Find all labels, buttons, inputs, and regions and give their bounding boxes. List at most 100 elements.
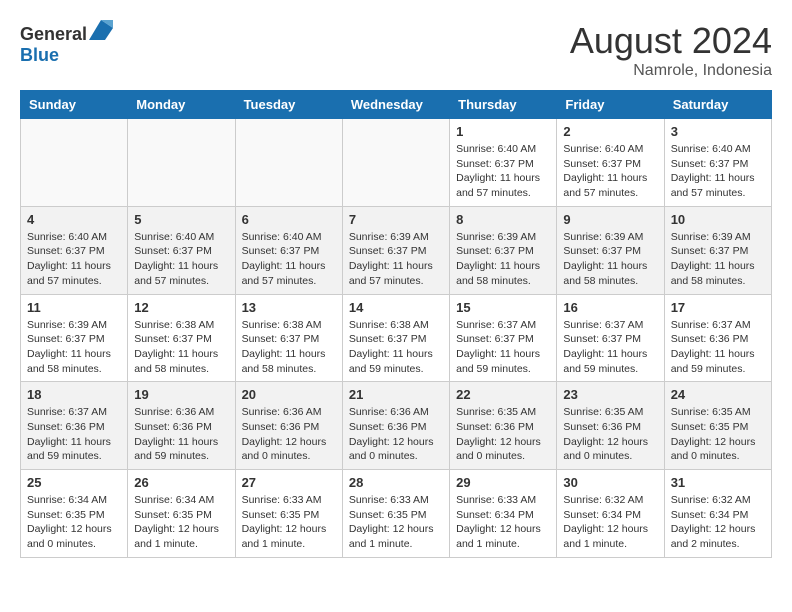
- day-info: Sunrise: 6:36 AMSunset: 6:36 PMDaylight:…: [349, 405, 443, 464]
- calendar-cell: 11Sunrise: 6:39 AMSunset: 6:37 PMDayligh…: [21, 294, 128, 382]
- day-info: Sunrise: 6:39 AMSunset: 6:37 PMDaylight:…: [349, 230, 443, 289]
- column-header-sunday: Sunday: [21, 91, 128, 119]
- day-number: 3: [671, 124, 765, 139]
- calendar-cell: 25 Sunrise: 6:34 AMSunset: 6:35 PMDayligh…: [21, 470, 128, 558]
- day-info: Sunrise: 6:39 AMSunset: 6:37 PMDaylight:…: [27, 318, 121, 377]
- calendar-week-1: 1 Sunrise: 6:40 AMSunset: 6:37 PMDaylight…: [21, 119, 772, 207]
- calendar-cell: 14 Sunrise: 6:38 AMSunset: 6:37 PMDayligh…: [342, 294, 449, 382]
- day-number: 16: [563, 300, 657, 315]
- day-number: 29: [456, 475, 550, 490]
- day-number: 18: [27, 387, 121, 402]
- day-number: 2: [563, 124, 657, 139]
- calendar-cell: 21 Sunrise: 6:36 AMSunset: 6:36 PMDayligh…: [342, 382, 449, 470]
- day-info: Sunrise: 6:35 AMSunset: 6:35 PMDaylight:…: [671, 405, 765, 464]
- day-number: 30: [563, 475, 657, 490]
- day-info: Sunrise: 6:38 AMSunset: 6:37 PMDaylight:…: [349, 318, 443, 377]
- calendar-cell: 15Sunrise: 6:37 AMSunset: 6:37 PMDayligh…: [450, 294, 557, 382]
- day-info: Sunrise: 6:34 AMSunset: 6:35 PMDaylight:…: [27, 493, 121, 552]
- day-number: 13: [242, 300, 336, 315]
- day-number: 9: [563, 212, 657, 227]
- calendar-cell: 31 Sunrise: 6:32 AMSunset: 6:34 PMDayligh…: [664, 470, 771, 558]
- day-info: Sunrise: 6:33 AMSunset: 6:35 PMDaylight:…: [242, 493, 336, 552]
- column-header-monday: Monday: [128, 91, 235, 119]
- day-number: 1: [456, 124, 550, 139]
- day-number: 21: [349, 387, 443, 402]
- day-info: Sunrise: 6:40 AMSunset: 6:37 PMDaylight:…: [242, 230, 336, 289]
- calendar-cell: 8 Sunrise: 6:39 AMSunset: 6:37 PMDaylight…: [450, 206, 557, 294]
- logo: General Blue: [20, 20, 113, 66]
- day-number: 27: [242, 475, 336, 490]
- day-number: 20: [242, 387, 336, 402]
- column-header-saturday: Saturday: [664, 91, 771, 119]
- calendar-cell: 18 Sunrise: 6:37 AMSunset: 6:36 PMDayligh…: [21, 382, 128, 470]
- calendar-cell: 22 Sunrise: 6:35 AMSunset: 6:36 PMDayligh…: [450, 382, 557, 470]
- day-number: 8: [456, 212, 550, 227]
- calendar-cell: 1 Sunrise: 6:40 AMSunset: 6:37 PMDaylight…: [450, 119, 557, 207]
- day-info: Sunrise: 6:40 AMSunset: 6:37 PMDaylight:…: [134, 230, 228, 289]
- calendar-cell: 6Sunrise: 6:40 AMSunset: 6:37 PMDaylight…: [235, 206, 342, 294]
- column-header-thursday: Thursday: [450, 91, 557, 119]
- day-info: Sunrise: 6:38 AMSunset: 6:37 PMDaylight:…: [242, 318, 336, 377]
- calendar-cell: 13 Sunrise: 6:38 AMSunset: 6:37 PMDayligh…: [235, 294, 342, 382]
- logo-blue: Blue: [20, 45, 59, 65]
- calendar-cell: 26 Sunrise: 6:34 AMSunset: 6:35 PMDayligh…: [128, 470, 235, 558]
- day-info: Sunrise: 6:39 AMSunset: 6:37 PMDaylight:…: [456, 230, 550, 289]
- day-info: Sunrise: 6:40 AMSunset: 6:37 PMDaylight:…: [27, 230, 121, 289]
- header-row: SundayMondayTuesdayWednesdayThursdayFrid…: [21, 91, 772, 119]
- day-number: 7: [349, 212, 443, 227]
- day-info: Sunrise: 6:34 AMSunset: 6:35 PMDaylight:…: [134, 493, 228, 552]
- day-number: 19: [134, 387, 228, 402]
- day-number: 17: [671, 300, 765, 315]
- day-info: Sunrise: 6:36 AMSunset: 6:36 PMDaylight:…: [242, 405, 336, 464]
- day-number: 12: [134, 300, 228, 315]
- calendar-cell: 16 Sunrise: 6:37 AMSunset: 6:37 PMDayligh…: [557, 294, 664, 382]
- day-info: Sunrise: 6:40 AMSunset: 6:37 PMDaylight:…: [456, 142, 550, 201]
- day-info: Sunrise: 6:39 AMSunset: 6:37 PMDaylight:…: [671, 230, 765, 289]
- column-header-friday: Friday: [557, 91, 664, 119]
- column-header-tuesday: Tuesday: [235, 91, 342, 119]
- calendar-cell: 12 Sunrise: 6:38 AMSunset: 6:37 PMDayligh…: [128, 294, 235, 382]
- day-info: Sunrise: 6:37 AMSunset: 6:37 PMDaylight:…: [563, 318, 657, 377]
- calendar-cell: 3 Sunrise: 6:40 AMSunset: 6:37 PMDaylight…: [664, 119, 771, 207]
- calendar-cell: 23Sunrise: 6:35 AMSunset: 6:36 PMDayligh…: [557, 382, 664, 470]
- day-info: Sunrise: 6:37 AMSunset: 6:36 PMDaylight:…: [27, 405, 121, 464]
- day-number: 5: [134, 212, 228, 227]
- day-info: Sunrise: 6:32 AMSunset: 6:34 PMDaylight:…: [563, 493, 657, 552]
- calendar-cell: 7 Sunrise: 6:39 AMSunset: 6:37 PMDaylight…: [342, 206, 449, 294]
- calendar-week-5: 25 Sunrise: 6:34 AMSunset: 6:35 PMDayligh…: [21, 470, 772, 558]
- calendar-cell: 17 Sunrise: 6:37 AMSunset: 6:36 PMDayligh…: [664, 294, 771, 382]
- logo-icon: [89, 20, 113, 40]
- day-info: Sunrise: 6:33 AMSunset: 6:35 PMDaylight:…: [349, 493, 443, 552]
- day-number: 10: [671, 212, 765, 227]
- calendar-cell: [21, 119, 128, 207]
- day-info: Sunrise: 6:37 AMSunset: 6:36 PMDaylight:…: [671, 318, 765, 377]
- day-info: Sunrise: 6:40 AMSunset: 6:37 PMDaylight:…: [563, 142, 657, 201]
- calendar-cell: 19Sunrise: 6:36 AMSunset: 6:36 PMDayligh…: [128, 382, 235, 470]
- logo-general: General: [20, 24, 87, 44]
- calendar-cell: [235, 119, 342, 207]
- calendar-cell: 30 Sunrise: 6:32 AMSunset: 6:34 PMDayligh…: [557, 470, 664, 558]
- calendar-week-2: 4Sunrise: 6:40 AMSunset: 6:37 PMDaylight…: [21, 206, 772, 294]
- day-number: 22: [456, 387, 550, 402]
- page-header: General Blue August 2024 Namrole, Indone…: [20, 20, 772, 80]
- day-info: Sunrise: 6:38 AMSunset: 6:37 PMDaylight:…: [134, 318, 228, 377]
- day-number: 14: [349, 300, 443, 315]
- day-number: 23: [563, 387, 657, 402]
- calendar-cell: 20 Sunrise: 6:36 AMSunset: 6:36 PMDayligh…: [235, 382, 342, 470]
- day-number: 15: [456, 300, 550, 315]
- day-info: Sunrise: 6:35 AMSunset: 6:36 PMDaylight:…: [456, 405, 550, 464]
- day-number: 24: [671, 387, 765, 402]
- day-info: Sunrise: 6:40 AMSunset: 6:37 PMDaylight:…: [671, 142, 765, 201]
- day-info: Sunrise: 6:32 AMSunset: 6:34 PMDaylight:…: [671, 493, 765, 552]
- day-number: 26: [134, 475, 228, 490]
- month-year-title: August 2024: [570, 20, 772, 62]
- calendar-cell: [342, 119, 449, 207]
- calendar-cell: 2 Sunrise: 6:40 AMSunset: 6:37 PMDaylight…: [557, 119, 664, 207]
- column-header-wednesday: Wednesday: [342, 91, 449, 119]
- calendar-cell: 27 Sunrise: 6:33 AMSunset: 6:35 PMDayligh…: [235, 470, 342, 558]
- calendar-cell: 29 Sunrise: 6:33 AMSunset: 6:34 PMDayligh…: [450, 470, 557, 558]
- day-number: 31: [671, 475, 765, 490]
- calendar-cell: 4Sunrise: 6:40 AMSunset: 6:37 PMDaylight…: [21, 206, 128, 294]
- day-info: Sunrise: 6:33 AMSunset: 6:34 PMDaylight:…: [456, 493, 550, 552]
- day-number: 25: [27, 475, 121, 490]
